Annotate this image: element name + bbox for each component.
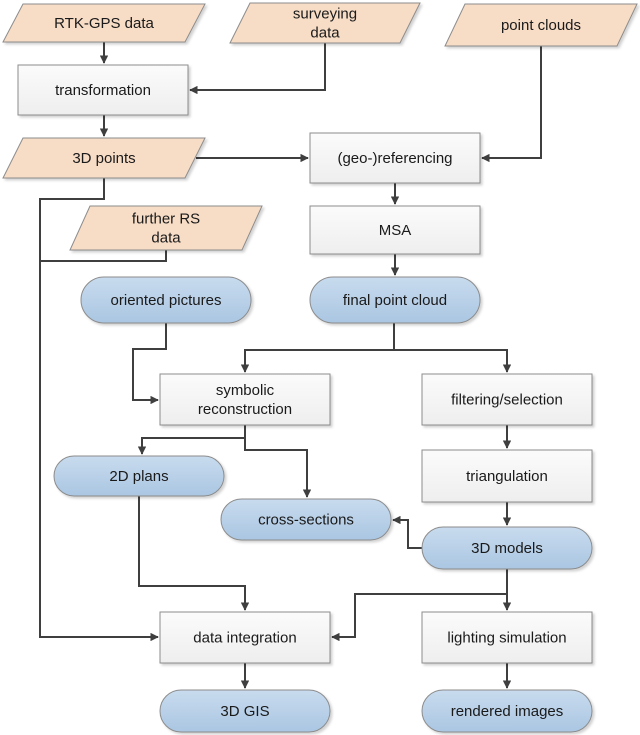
- node-plans2d: 2D plans: [53, 455, 225, 497]
- node-label: oriented pictures: [111, 292, 222, 309]
- node-label: data: [151, 230, 181, 247]
- edge-survey-to-transform: [189, 43, 326, 95]
- node-label: triangulation: [466, 468, 548, 485]
- node-label: transformation: [55, 82, 151, 99]
- node-msa: MSA: [309, 205, 481, 255]
- node-rtk: RTK-GPS data: [2, 3, 206, 43]
- node-symbolic: symbolic reconstruction: [159, 373, 331, 426]
- node-transform: transformation: [17, 64, 189, 116]
- edge-finalcloud-to-symbolic: [240, 323, 395, 373]
- edge-furtherrs-to-integration: [40, 250, 167, 262]
- node-finalcloud: final point cloud: [309, 276, 481, 324]
- node-points3d: 3D points: [2, 137, 206, 179]
- flowchart: RTK-GPS data surveying data point clouds tra…: [2, 2, 638, 733]
- node-gis3d: 3D GIS: [159, 689, 331, 733]
- edge-finalcloud-to-filtering: [394, 349, 512, 373]
- node-label: 3D GIS: [220, 703, 269, 720]
- edge-symbolic-to-plans2d: [137, 425, 246, 455]
- edge-clouds-to-georef: [481, 46, 542, 163]
- node-label: (geo-)referencing: [337, 150, 452, 167]
- node-label: final point cloud: [343, 292, 447, 309]
- node-oriented: oriented pictures: [80, 276, 252, 324]
- node-label: 3D points: [72, 150, 135, 167]
- node-label: further RS: [132, 211, 200, 228]
- node-triang: triangulation: [421, 449, 593, 503]
- node-label: RTK-GPS data: [54, 15, 154, 32]
- node-survey: surveying data: [229, 2, 421, 44]
- node-models3d: 3D models: [421, 526, 593, 570]
- node-furtherrs: further RS data: [69, 205, 263, 251]
- node-label: 2D plans: [109, 468, 168, 485]
- node-filtering: filtering/selection: [421, 373, 593, 426]
- node-label: reconstruction: [198, 401, 292, 418]
- node-integration: data integration: [159, 611, 331, 664]
- node-label: cross-sections: [258, 512, 354, 529]
- node-rendered: rendered images: [421, 689, 593, 733]
- node-label: MSA: [379, 222, 412, 239]
- edge-models3d-to-cross: [392, 515, 422, 549]
- node-label: filtering/selection: [451, 392, 563, 409]
- node-lighting: lighting simulation: [421, 611, 593, 664]
- node-clouds: point clouds: [444, 3, 638, 47]
- node-label: 3D models: [471, 540, 543, 557]
- node-label: data integration: [193, 630, 296, 647]
- node-cross: cross-sections: [220, 498, 392, 541]
- edge-symbolic-to-cross: [244, 438, 312, 498]
- node-label: symbolic: [216, 382, 275, 399]
- node-label: surveying: [293, 6, 357, 23]
- node-label: lighting simulation: [447, 630, 566, 647]
- flowchart-canvas: RTK-GPS data surveying data point clouds tra…: [0, 0, 640, 735]
- node-georef: (geo-)referencing: [309, 132, 481, 184]
- node-label: rendered images: [451, 703, 564, 720]
- node-label: data: [310, 25, 340, 42]
- node-label: point clouds: [501, 17, 581, 34]
